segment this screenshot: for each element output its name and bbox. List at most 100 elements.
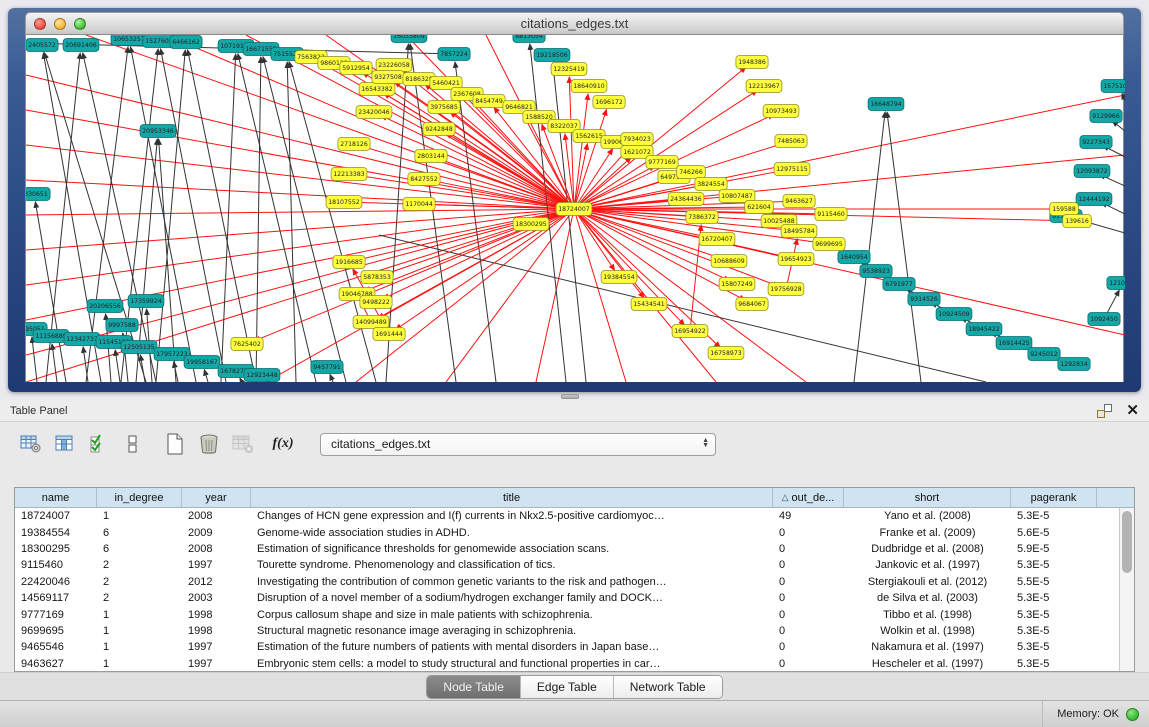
graph-node[interactable]: 18724007: [556, 203, 592, 216]
graph-node[interactable]: 9242848: [423, 123, 455, 136]
graph-node[interactable]: 17359924: [128, 295, 164, 308]
table-row[interactable]: 1456911722003Disruption of a novel membe…: [15, 590, 1134, 606]
graph-node[interactable]: 9327508: [372, 71, 404, 84]
graph-node[interactable]: 18300295: [513, 218, 549, 231]
graph-node[interactable]: 12325419: [551, 63, 587, 76]
graph-node[interactable]: 19958167: [184, 356, 220, 369]
tab-edge-table[interactable]: Edge Table: [521, 676, 614, 698]
graph-node[interactable]: 12093872: [1074, 165, 1110, 178]
graph-node[interactable]: 9699695: [813, 238, 845, 251]
column-header-name[interactable]: name: [15, 488, 97, 507]
graph-node[interactable]: 12923448: [244, 369, 280, 382]
graph-node[interactable]: 1210345: [1107, 277, 1125, 290]
graph-node[interactable]: 7934023: [621, 133, 653, 146]
graph-node[interactable]: 1640954: [838, 251, 870, 264]
minimize-window-button[interactable]: [54, 18, 66, 30]
graph-node[interactable]: 159588: [1050, 203, 1079, 216]
graph-node[interactable]: 7857224: [438, 48, 470, 61]
table-row[interactable]: 2242004622012Investigating the contribut…: [15, 574, 1134, 590]
graph-node[interactable]: 9463627: [783, 195, 815, 208]
table-row[interactable]: 946362711997Embryonic stem cells: a mode…: [15, 656, 1134, 672]
graph-node[interactable]: 18495784: [781, 225, 817, 238]
window-titlebar[interactable]: citations_edges.txt: [25, 12, 1124, 35]
graph-node[interactable]: 9129966: [1090, 110, 1122, 123]
graph-node[interactable]: 139616: [1063, 215, 1092, 228]
graph-node[interactable]: 16758973: [708, 347, 744, 360]
graph-node[interactable]: 9314526: [908, 293, 940, 306]
graph-node[interactable]: 1691444: [373, 328, 405, 341]
panel-split-divider[interactable]: [0, 392, 1149, 400]
graph-node[interactable]: 19384554: [601, 271, 637, 284]
graph-node[interactable]: 16543382: [359, 83, 395, 96]
graph-node[interactable]: 16720407: [699, 233, 735, 246]
column-header-in_degree[interactable]: in_degree: [97, 488, 182, 507]
graph-node[interactable]: 9457791: [311, 361, 343, 374]
delete-table-button[interactable]: [194, 429, 224, 459]
graph-node[interactable]: 9245012: [1028, 348, 1060, 361]
table-row[interactable]: 946554611997Estimation of the future num…: [15, 639, 1134, 655]
graph-node[interactable]: 16033809: [391, 35, 427, 43]
select-rows-button[interactable]: [84, 429, 114, 459]
graph-node[interactable]: 9227343: [1080, 136, 1112, 149]
graph-node[interactable]: 23226058: [376, 59, 412, 72]
graph-node[interactable]: 12975115: [774, 163, 810, 176]
graph-node[interactable]: 621604: [745, 201, 774, 214]
graph-node[interactable]: 15807249: [719, 278, 755, 291]
table-row[interactable]: 911546021997Tourette syndrome. Phenomeno…: [15, 557, 1134, 573]
graph-node[interactable]: 3824554: [695, 178, 727, 191]
graph-node[interactable]: 19218506: [534, 49, 570, 62]
graph-node[interactable]: 16954922: [672, 325, 708, 338]
table-row[interactable]: 1872400712008Changes of HCN gene express…: [15, 508, 1134, 524]
float-panel-icon[interactable]: [1097, 404, 1112, 418]
graph-node[interactable]: 24364436: [668, 193, 704, 206]
graph-node[interactable]: 1916685: [333, 256, 365, 269]
graph-node[interactable]: 746266: [677, 166, 706, 179]
graph-node[interactable]: 9997588: [106, 319, 138, 332]
graph-node[interactable]: 2718126: [338, 138, 370, 151]
graph-node[interactable]: 1092450: [1088, 313, 1120, 326]
graph-node[interactable]: 9538923: [860, 265, 892, 278]
graph-node[interactable]: 15434541: [631, 298, 667, 311]
table-row[interactable]: 969969511998Structural magnetic resonanc…: [15, 623, 1134, 639]
zoom-window-button[interactable]: [74, 18, 86, 30]
column-header-pagerank[interactable]: pagerank: [1011, 488, 1097, 507]
graph-node[interactable]: 3975685: [428, 101, 460, 114]
graph-node[interactable]: 9115460: [815, 208, 847, 221]
graph-node[interactable]: 10924509: [936, 308, 972, 321]
column-header-year[interactable]: year: [182, 488, 251, 507]
graph-node[interactable]: 1696172: [593, 96, 625, 109]
graph-node[interactable]: 8454749: [473, 95, 505, 108]
graph-node[interactable]: 12213383: [331, 168, 367, 181]
split-drag-handle[interactable]: [561, 394, 579, 399]
function-builder-button[interactable]: f(x): [268, 429, 298, 459]
graph-node[interactable]: 12213967: [746, 80, 782, 93]
table-vertical-scrollbar[interactable]: [1119, 508, 1134, 671]
import-table-button[interactable]: [228, 429, 258, 459]
graph-node[interactable]: 11156889: [33, 330, 69, 343]
graph-node[interactable]: 18945422: [966, 323, 1002, 336]
toggle-views-button[interactable]: [118, 429, 148, 459]
tab-node-table[interactable]: Node Table: [427, 676, 521, 698]
graph-node[interactable]: 9498222: [360, 296, 392, 309]
table-row[interactable]: 1830029562008Estimation of significance …: [15, 541, 1134, 557]
graph-node[interactable]: 23420046: [356, 106, 392, 119]
graph-node[interactable]: 7485063: [775, 135, 807, 148]
graph-node[interactable]: 1292834: [1058, 358, 1090, 371]
graph-node[interactable]: 12444192: [1076, 193, 1112, 206]
graph-node[interactable]: 5878353: [361, 271, 393, 284]
new-table-button[interactable]: [160, 429, 190, 459]
graph-node[interactable]: 12342737: [64, 333, 100, 346]
graph-node[interactable]: 15751074: [1101, 80, 1125, 93]
graph-node[interactable]: 2803144: [415, 150, 447, 163]
table-row[interactable]: 977716911998Corpus callosum shape and si…: [15, 606, 1134, 622]
graph-node[interactable]: 9777169: [646, 156, 678, 169]
graph-node[interactable]: 10688609: [711, 255, 747, 268]
graph-node[interactable]: 18107552: [326, 196, 362, 209]
graph-node[interactable]: 19756928: [768, 283, 804, 296]
scrollbar-thumb[interactable]: [1122, 511, 1132, 573]
graph-node[interactable]: 20691406: [63, 39, 99, 52]
network-graph[interactable]: 2405572206914061065325715276026466162107…: [26, 35, 1125, 382]
table-settings-button[interactable]: [16, 429, 46, 459]
graph-node[interactable]: 20953346: [140, 125, 176, 138]
graph-node[interactable]: 8813054: [513, 35, 545, 43]
